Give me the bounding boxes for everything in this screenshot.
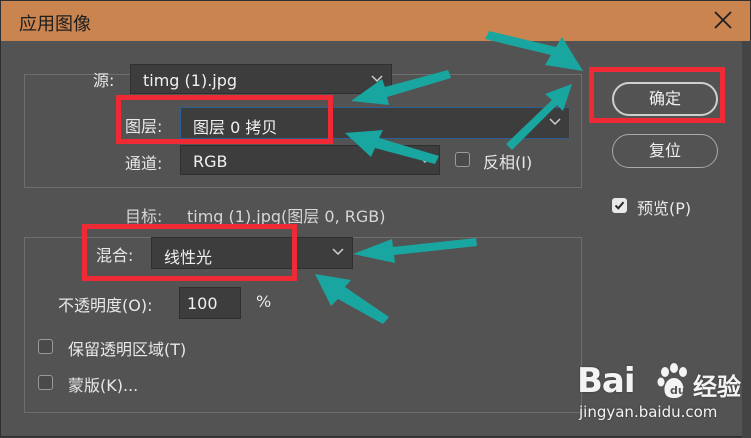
paw-icon: du (657, 363, 687, 398)
reset-button[interactable]: 复位 (612, 134, 718, 168)
channel-value: RGB (193, 152, 228, 171)
chevron-down-icon (371, 75, 383, 83)
preview-label: 预览(P) (637, 199, 692, 218)
opacity-unit: % (256, 292, 272, 311)
close-icon (714, 11, 732, 29)
mask-label: 蒙版(K)... (68, 376, 139, 395)
chevron-down-icon (419, 156, 431, 164)
baidu-watermark: Bai du 经验 jingyan.baidu.com (573, 361, 743, 431)
invert-label: 反相(I) (483, 153, 533, 172)
svg-text:du: du (670, 384, 686, 397)
chevron-down-icon (549, 118, 561, 126)
background-window-edge (742, 41, 751, 438)
invert-checkbox[interactable] (455, 152, 470, 167)
watermark-logo: Bai (577, 361, 636, 401)
highlight-box-blending (82, 224, 297, 281)
highlight-box-ok (589, 67, 725, 123)
highlight-box-layer (116, 95, 333, 144)
preview-checkbox[interactable] (612, 198, 627, 213)
watermark-url: jingyan.baidu.com (579, 403, 718, 421)
preserve-transparency-checkbox[interactable] (38, 339, 53, 354)
preserve-transparency-label: 保留透明区域(T) (68, 340, 187, 359)
mask-checkbox[interactable] (38, 375, 53, 390)
checkmark-icon (614, 201, 625, 210)
source-label: 源: (93, 71, 115, 90)
channel-select[interactable]: RGB (180, 145, 440, 175)
opacity-input[interactable]: 100 (179, 287, 241, 319)
apply-image-dialog: 应用图像 源: timg (1).jpg 图层: 图层 0 拷贝 通道: RGB… (0, 0, 751, 438)
opacity-value: 100 (187, 294, 218, 313)
opacity-label: 不透明度(O): (58, 296, 153, 315)
channel-label: 通道: (125, 154, 163, 173)
source-select[interactable]: timg (1).jpg (130, 64, 392, 94)
close-button[interactable] (710, 7, 736, 33)
chevron-down-icon (332, 248, 344, 256)
source-value: timg (1).jpg (143, 71, 238, 90)
title-bar: 应用图像 (1, 1, 750, 41)
dialog-title: 应用图像 (19, 14, 91, 35)
watermark-suffix: 经验 (693, 373, 741, 401)
